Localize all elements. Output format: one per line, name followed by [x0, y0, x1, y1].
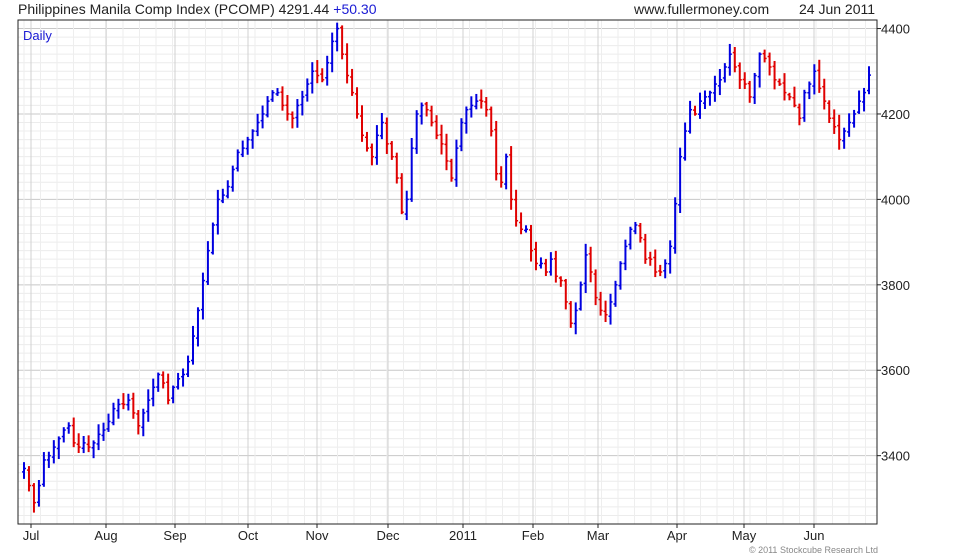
- price-chart: 3400 3600 3800 4000 4200 4400 Jul Aug Sep Oct Nov D…: [17, 19, 910, 543]
- x-tick-label: May: [732, 528, 757, 543]
- y-tick-label: 3400: [881, 449, 910, 464]
- x-tick-label: Apr: [667, 528, 688, 543]
- x-tick-label: Jul: [23, 528, 40, 543]
- x-tick-label: 2011: [449, 528, 477, 543]
- y-tick-label: 4000: [881, 192, 910, 207]
- y-tick-label: 4200: [881, 107, 910, 122]
- x-tick-label: Feb: [522, 528, 544, 543]
- x-tick-label: Dec: [376, 528, 400, 543]
- x-tick-label: Aug: [94, 528, 117, 543]
- y-tick-label: 3800: [881, 278, 910, 293]
- chart-label-daily: Daily: [23, 28, 52, 43]
- x-tick-label: Sep: [163, 528, 186, 543]
- x-tick-label: Mar: [587, 528, 610, 543]
- copyright-note: © 2011 Stockcube Research Ltd: [748, 545, 878, 555]
- x-tick-label: Nov: [305, 528, 329, 543]
- y-tick-label: 4400: [881, 22, 910, 37]
- x-tick-label: Oct: [238, 528, 259, 543]
- plot-area: [18, 20, 877, 524]
- x-tick-label: Jun: [804, 528, 825, 543]
- y-tick-label: 3600: [881, 363, 910, 378]
